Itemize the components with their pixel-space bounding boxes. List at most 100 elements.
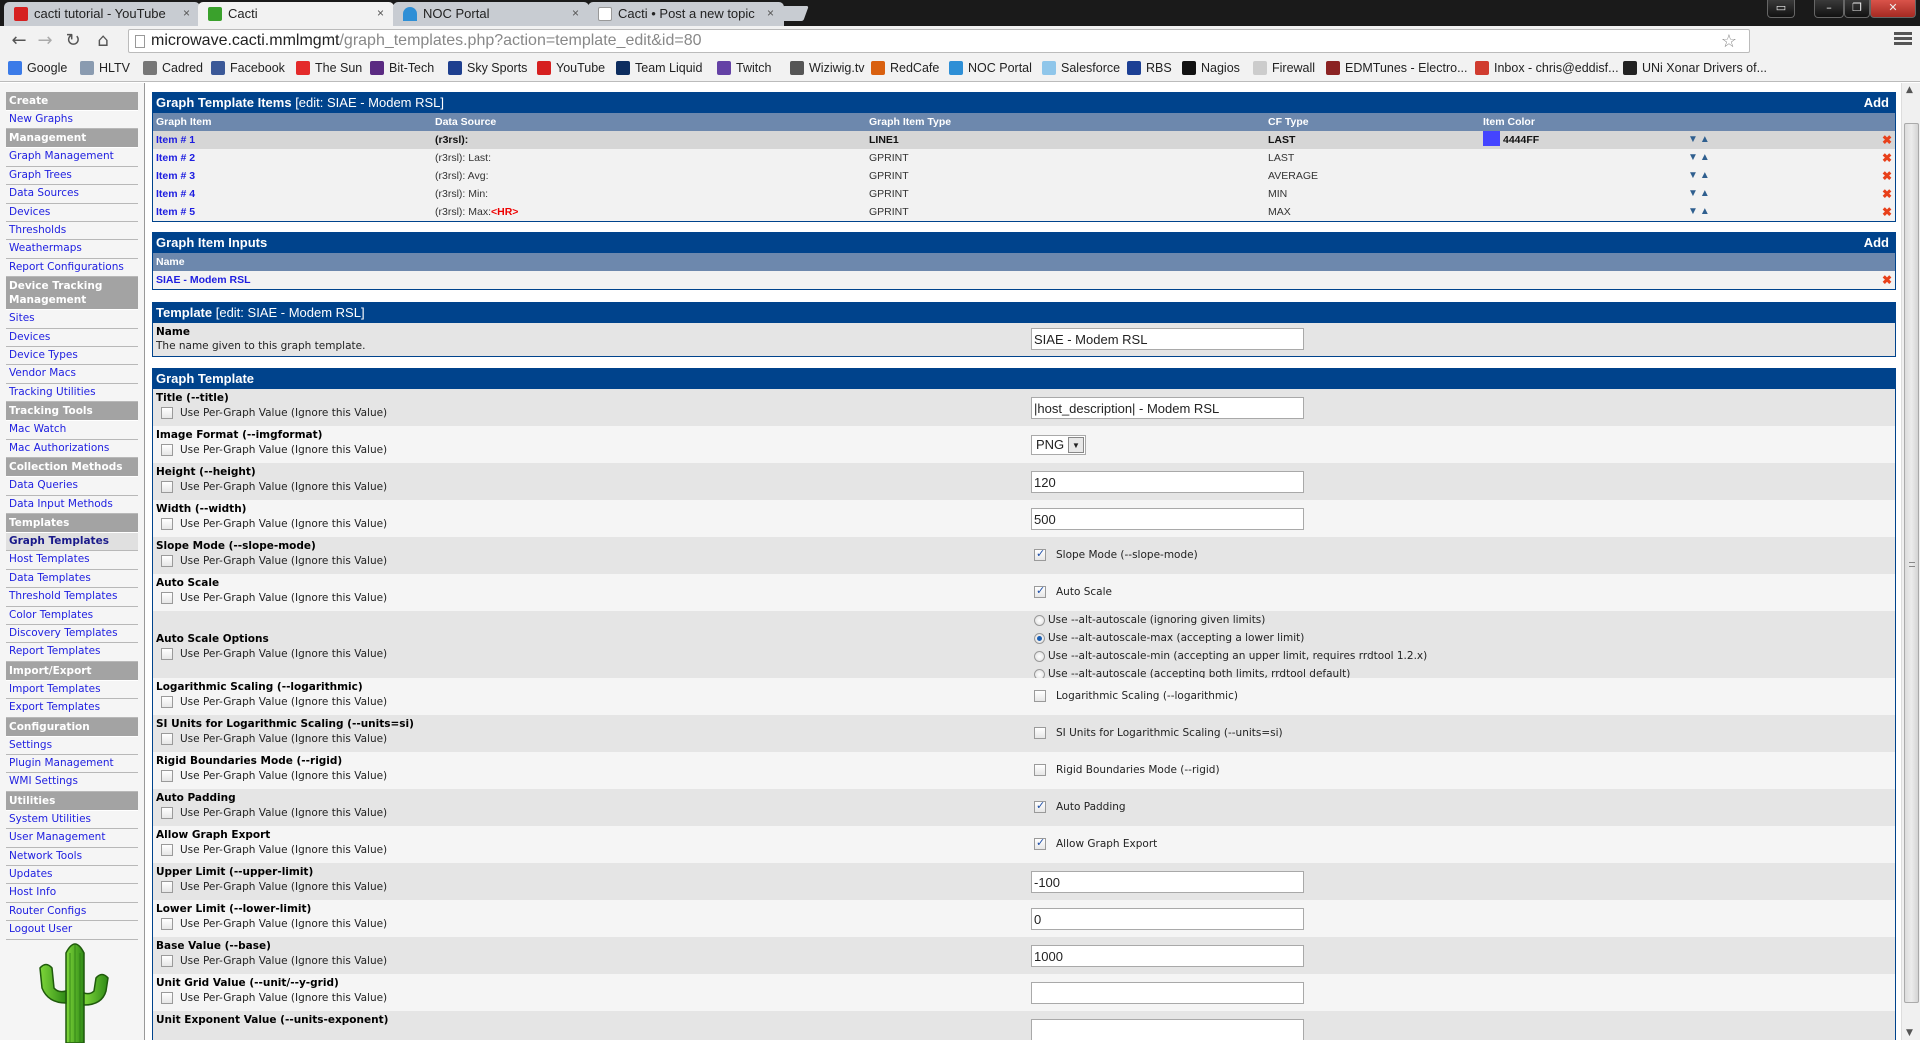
value-checkbox[interactable] bbox=[1034, 799, 1046, 813]
value-checkbox-row[interactable]: Auto Scale bbox=[1034, 584, 1112, 598]
value-checkbox[interactable] bbox=[1034, 547, 1046, 561]
lower-limit-lower-limit-input[interactable] bbox=[1031, 908, 1304, 930]
sidebar-item-plugin-management[interactable]: Plugin Management bbox=[6, 755, 138, 774]
sidebar-item-tracking-utilities[interactable]: Tracking Utilities bbox=[6, 384, 138, 403]
sidebar-item-report-configurations[interactable]: Report Configurations bbox=[6, 259, 138, 278]
scrollbar-thumb[interactable] bbox=[1904, 123, 1919, 1003]
per-graph-checkbox[interactable] bbox=[161, 733, 173, 745]
graph-item-link[interactable]: Item # 3 bbox=[156, 167, 195, 185]
sidebar-item-user-management[interactable]: User Management bbox=[6, 829, 138, 848]
per-graph-checkbox[interactable] bbox=[161, 844, 173, 856]
height-height-input[interactable] bbox=[1031, 471, 1304, 493]
sidebar-item-weathermaps[interactable]: Weathermaps bbox=[6, 240, 138, 259]
per-graph-checkbox[interactable] bbox=[161, 881, 173, 893]
tab-cacti-post[interactable]: Cacti • Post a new topic × bbox=[588, 2, 784, 26]
move-up-icon[interactable]: ▲ bbox=[1700, 188, 1712, 199]
value-checkbox-row[interactable]: Logarithmic Scaling (--logarithmic) bbox=[1034, 690, 1238, 702]
move-up-icon[interactable]: ▲ bbox=[1700, 134, 1712, 145]
value-checkbox[interactable] bbox=[1034, 764, 1046, 776]
bookmark-hltv[interactable]: HLTV bbox=[80, 61, 130, 75]
bookmark-cadred[interactable]: Cadred bbox=[143, 61, 203, 75]
per-graph-checkbox[interactable] bbox=[161, 807, 173, 819]
image-format-select[interactable]: PNG ▼ bbox=[1031, 435, 1086, 455]
new-tab-button[interactable] bbox=[777, 6, 809, 21]
delete-icon[interactable]: ✖ bbox=[1882, 149, 1892, 167]
sidebar-item-new-graphs[interactable]: New Graphs bbox=[6, 111, 138, 130]
move-up-icon[interactable]: ▲ bbox=[1700, 206, 1712, 217]
graph-item-link[interactable]: Item # 5 bbox=[156, 203, 195, 221]
sidebar-item-data-sources[interactable]: Data Sources bbox=[6, 185, 138, 204]
sidebar-item-device-types[interactable]: Device Types bbox=[6, 347, 138, 366]
move-up-icon[interactable]: ▲ bbox=[1700, 170, 1712, 181]
sidebar-item-thresholds[interactable]: Thresholds bbox=[6, 222, 138, 241]
delete-icon[interactable]: ✖ bbox=[1882, 167, 1892, 185]
value-checkbox[interactable] bbox=[1034, 584, 1046, 598]
per-graph-checkbox[interactable] bbox=[161, 696, 173, 708]
sidebar-item-report-templates[interactable]: Report Templates bbox=[6, 643, 138, 662]
sidebar-item-sites[interactable]: Sites bbox=[6, 310, 138, 329]
per-graph-checkbox[interactable] bbox=[161, 955, 173, 967]
close-window-button[interactable]: ✕ bbox=[1870, 0, 1916, 18]
delete-icon[interactable]: ✖ bbox=[1882, 271, 1892, 289]
minimize-button[interactable]: – bbox=[1814, 0, 1844, 18]
bookmark-wiziwig-tv[interactable]: Wiziwig.tv bbox=[790, 61, 865, 75]
delete-icon[interactable]: ✖ bbox=[1882, 185, 1892, 203]
delete-icon[interactable]: ✖ bbox=[1882, 203, 1892, 221]
radio-button[interactable] bbox=[1034, 632, 1045, 644]
sidebar-item-graph-templates[interactable]: Graph Templates bbox=[6, 532, 138, 552]
reload-icon[interactable]: ↻ bbox=[62, 30, 84, 51]
sidebar-item-graph-management[interactable]: Graph Management bbox=[6, 148, 138, 167]
value-checkbox-row[interactable]: SI Units for Logarithmic Scaling (--unit… bbox=[1034, 727, 1283, 739]
sidebar-item-wmi-settings[interactable]: WMI Settings bbox=[6, 773, 138, 792]
sidebar-item-devices[interactable]: Devices bbox=[6, 204, 138, 223]
value-checkbox-row[interactable]: Allow Graph Export bbox=[1034, 836, 1157, 850]
value-checkbox[interactable] bbox=[1034, 690, 1046, 702]
unit-exponent-value-units-exponent-input[interactable] bbox=[1031, 1019, 1304, 1040]
graph-item-link[interactable]: Item # 4 bbox=[156, 185, 195, 203]
unit-grid-value-unit-y-grid-input[interactable] bbox=[1031, 982, 1304, 1004]
close-tab-icon[interactable]: × bbox=[377, 6, 384, 20]
bookmark-edmtunes-electro[interactable]: EDMTunes - Electro... bbox=[1326, 61, 1468, 75]
sidebar-item-vendor-macs[interactable]: Vendor Macs bbox=[6, 365, 138, 384]
move-down-icon[interactable]: ▼ bbox=[1688, 188, 1700, 199]
sidebar-item-mac-watch[interactable]: Mac Watch bbox=[6, 421, 138, 440]
move-down-icon[interactable]: ▼ bbox=[1688, 152, 1700, 163]
bookmark-inbox-chris-eddisf[interactable]: Inbox - chris@eddisf... bbox=[1475, 61, 1619, 75]
move-up-icon[interactable]: ▲ bbox=[1700, 152, 1712, 163]
scroll-down-icon[interactable]: ▼ bbox=[1906, 1028, 1913, 1038]
bookmark-uni-xonar-drivers-of[interactable]: UNi Xonar Drivers of... bbox=[1623, 61, 1767, 75]
maximize-button[interactable]: ❐ bbox=[1844, 0, 1870, 18]
sidebar-item-import-templates[interactable]: Import Templates bbox=[6, 681, 138, 700]
sidebar-item-color-templates[interactable]: Color Templates bbox=[6, 607, 138, 625]
autoscale-option-radio[interactable]: Use --alt-autoscale-min (accepting an up… bbox=[1034, 650, 1427, 662]
menu-icon[interactable] bbox=[1894, 30, 1912, 50]
value-checkbox-row[interactable]: Auto Padding bbox=[1034, 799, 1126, 813]
window-switch-button[interactable]: ▭ bbox=[1767, 0, 1795, 18]
sidebar-item-network-tools[interactable]: Network Tools bbox=[6, 848, 138, 866]
per-graph-checkbox[interactable] bbox=[161, 770, 173, 782]
delete-icon[interactable]: ✖ bbox=[1882, 131, 1892, 149]
bookmark-nagios[interactable]: Nagios bbox=[1182, 61, 1240, 75]
value-checkbox-row[interactable]: Rigid Boundaries Mode (--rigid) bbox=[1034, 764, 1220, 776]
tab-youtube[interactable]: cacti tutorial - YouTube × bbox=[4, 2, 200, 26]
sidebar-item-settings[interactable]: Settings bbox=[6, 737, 138, 755]
per-graph-checkbox[interactable] bbox=[161, 518, 173, 530]
per-graph-checkbox[interactable] bbox=[161, 444, 173, 456]
sidebar-item-threshold-templates[interactable]: Threshold Templates bbox=[6, 588, 138, 607]
per-graph-checkbox[interactable] bbox=[161, 555, 173, 567]
sidebar-item-discovery-templates[interactable]: Discovery Templates bbox=[6, 625, 138, 644]
close-tab-icon[interactable]: × bbox=[572, 6, 579, 20]
radio-button[interactable] bbox=[1034, 650, 1045, 662]
sidebar-item-host-info[interactable]: Host Info bbox=[6, 884, 138, 903]
chevron-down-icon[interactable]: ▼ bbox=[1068, 437, 1084, 453]
add-input-button[interactable]: Add bbox=[1864, 233, 1889, 253]
sidebar-item-export-templates[interactable]: Export Templates bbox=[6, 699, 138, 718]
bookmark-redcafe[interactable]: RedCafe bbox=[871, 61, 939, 75]
tab-cacti[interactable]: Cacti × bbox=[198, 2, 394, 26]
sidebar-item-devices[interactable]: Devices bbox=[6, 329, 138, 348]
per-graph-checkbox[interactable] bbox=[161, 918, 173, 930]
bookmark-twitch[interactable]: Twitch bbox=[717, 61, 771, 75]
bookmark-rbs[interactable]: RBS bbox=[1127, 61, 1172, 75]
sidebar-item-updates[interactable]: Updates bbox=[6, 866, 138, 885]
sidebar-item-router-configs[interactable]: Router Configs bbox=[6, 903, 138, 922]
